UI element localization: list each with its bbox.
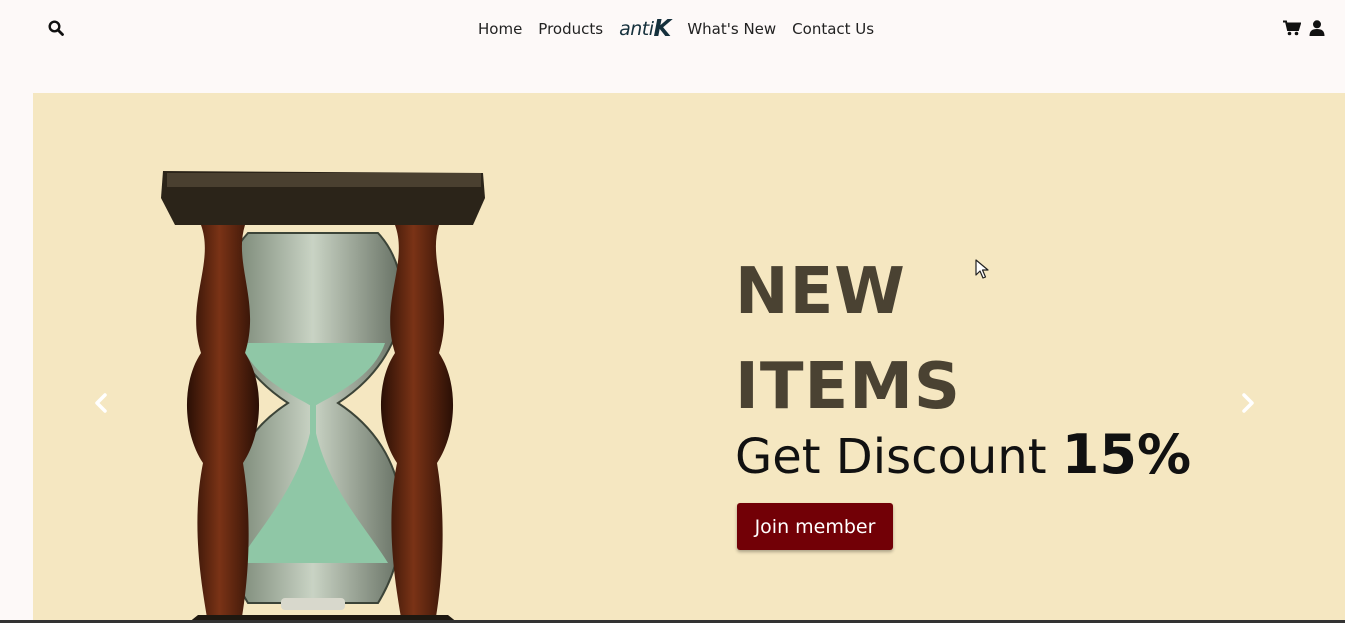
brand-logo[interactable]: anti K	[619, 16, 671, 42]
nav-link-whats-new[interactable]: What's New	[687, 20, 776, 38]
discount-text: Get Discount 15%	[735, 423, 1191, 486]
hero-carousel: NEW ITEMS Get Discount 15% Join member	[33, 93, 1345, 623]
nav-link-home[interactable]: Home	[478, 20, 522, 38]
chevron-left-icon	[95, 393, 107, 413]
nav-link-contact-us[interactable]: Contact Us	[792, 20, 874, 38]
discount-prefix: Get Discount	[735, 429, 1047, 485]
brand-logo-letter: K	[653, 16, 672, 42]
search-button[interactable]	[44, 17, 68, 39]
hero-title-line-1: NEW	[735, 255, 906, 329]
main-nav: Home Products anti K What's New Contact U…	[470, 14, 882, 44]
brand-logo-text: anti	[619, 18, 654, 40]
cart-button[interactable]	[1281, 18, 1303, 38]
carousel-next-button[interactable]	[1228, 383, 1268, 423]
user-icon	[1309, 20, 1325, 36]
chevron-right-icon	[1242, 393, 1254, 413]
top-navbar: Home Products anti K What's New Contact U…	[0, 0, 1345, 58]
carousel-prev-button[interactable]	[81, 383, 121, 423]
cart-icon	[1283, 20, 1301, 36]
nav-link-products[interactable]: Products	[538, 20, 603, 38]
account-button[interactable]	[1306, 18, 1328, 38]
discount-value: 15%	[1061, 423, 1192, 486]
hero-title: NEW ITEMS	[735, 245, 1155, 435]
hero-title-line-2: ITEMS	[735, 350, 961, 424]
hourglass-image	[161, 171, 485, 623]
search-icon	[48, 20, 64, 36]
join-member-button[interactable]: Join member	[737, 503, 893, 550]
